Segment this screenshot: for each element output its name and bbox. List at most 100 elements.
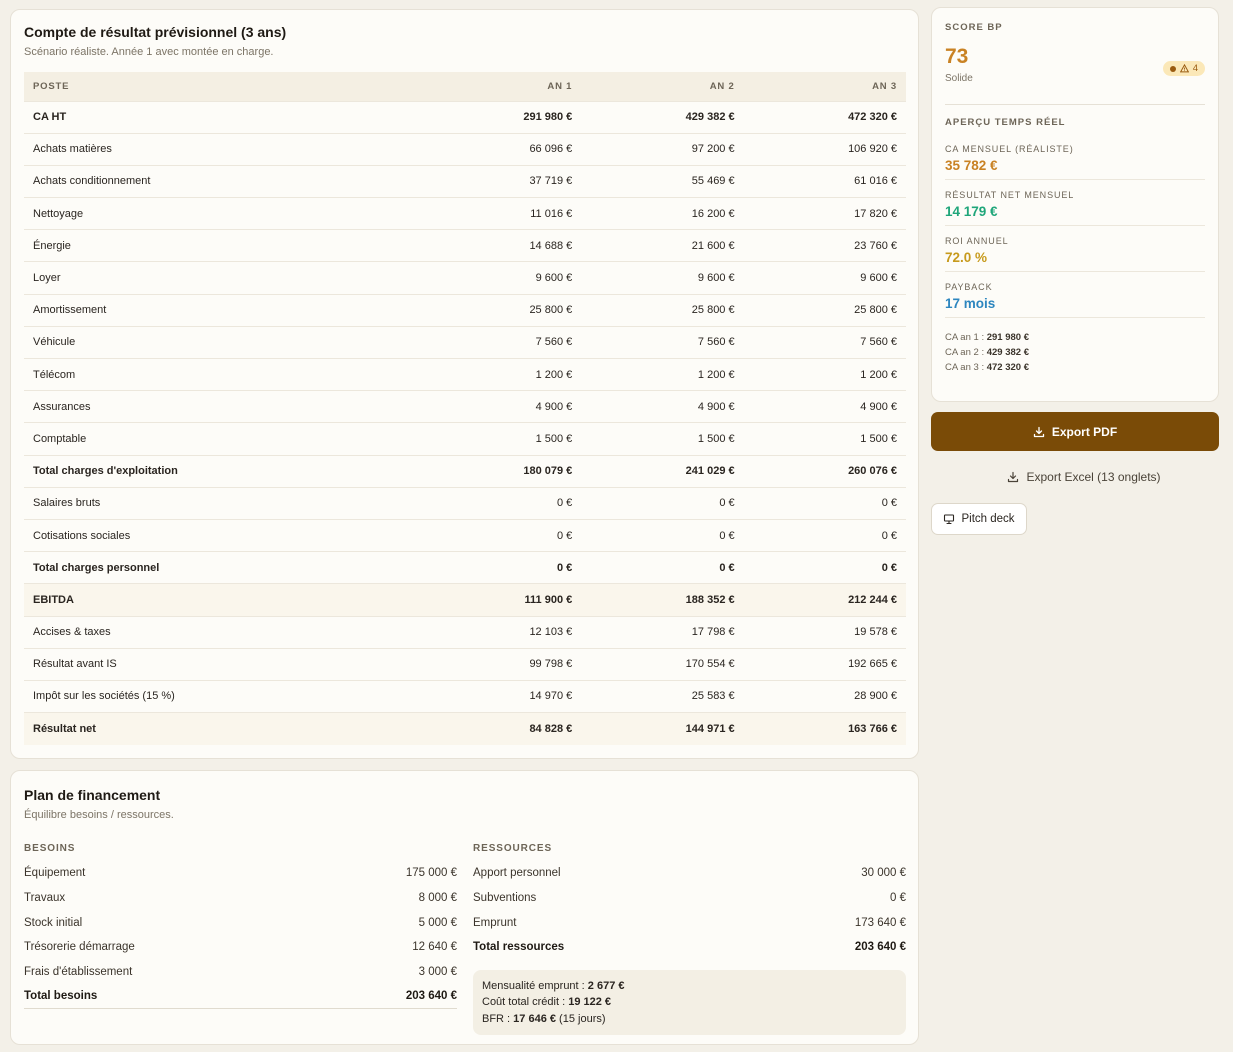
year-1-value: 11 016 € [418, 197, 582, 230]
year-2-value: 170 554 € [581, 647, 744, 681]
needs-total-label: Total besoins [24, 990, 98, 1003]
year-3-value: 192 665 € [743, 647, 906, 681]
pitch-deck-button[interactable]: Pitch deck [931, 503, 1027, 535]
year-3-value: 61 016 € [743, 164, 906, 198]
year-3-value: 1 200 € [743, 357, 906, 391]
needs-item-row: Équipement 175 000 € [24, 861, 457, 886]
resources-item-label: Apport personnel [473, 867, 561, 880]
resources-title: RESSOURCES [473, 843, 553, 854]
needs-item-row: Trésorerie démarrage 12 640 € [24, 935, 457, 960]
resources-item-row: Emprunt 173 640 € [473, 910, 906, 935]
year-3-value: 23 760 € [743, 229, 906, 262]
metric-value: 14 179 € [945, 204, 998, 219]
table-row: Résultat avant IS 99 798 €170 554 €192 66… [24, 647, 906, 681]
year-3-value: 25 800 € [743, 293, 906, 327]
year-1-value: 0 € [418, 486, 582, 520]
year-1-value: 66 096 € [418, 132, 582, 166]
metric-item: ROI ANNUEL 72.0 % [945, 226, 1205, 272]
export-pdf-label: Export PDF [1051, 424, 1118, 439]
table-row: Loyer 9 600 €9 600 €9 600 € [24, 261, 906, 295]
warning-badge[interactable]: 4 [1162, 61, 1205, 76]
financing-plan-title: Plan de financement [24, 787, 161, 803]
table-row: Accises & taxes 12 103 €17 798 €19 578 € [24, 615, 906, 649]
row-label: Total charges d'exploitation [24, 454, 419, 488]
year-1-value: 14 688 € [418, 229, 582, 262]
table-row: Salaires bruts 0 €0 €0 € [24, 486, 906, 520]
export-pdf-button[interactable]: Export PDF [931, 412, 1219, 451]
needs-item-label: Trésorerie démarrage [24, 941, 135, 954]
year-2-value: 21 600 € [581, 229, 744, 262]
year-1-value: 0 € [418, 518, 582, 552]
row-label: CA HT [24, 100, 419, 134]
income-statement-card: Compte de résultat prévisionnel (3 ans) … [10, 9, 919, 759]
row-label: Résultat avant IS [24, 647, 419, 681]
table-row: Total charges d'exploitation 180 079 €241… [24, 454, 906, 488]
year-3-value: 106 920 € [743, 132, 906, 166]
year-2-value: 55 469 € [581, 164, 744, 198]
column-header-year-3: AN 3 [743, 72, 906, 101]
table-row: Amortissement 25 800 €25 800 €25 800 € [24, 293, 906, 327]
ca-year-value: 429 382 € [986, 347, 1029, 358]
metric-item: RÉSULTAT NET MENSUEL 14 179 € [945, 180, 1205, 226]
score-label: SCORE BP [945, 22, 1003, 33]
metric-label: ROI ANNUEL [945, 236, 1009, 246]
table-row: Cotisations sociales 0 €0 €0 € [24, 518, 906, 552]
loan-cost-value: 19 122 € [568, 996, 612, 1009]
table-row: Achats matières 66 096 €97 200 €106 920 € [24, 132, 906, 166]
needs-column: BESOINS Équipement 175 000 € Travaux 8 000 … [24, 843, 457, 1010]
needs-total-value: 203 640 € [405, 990, 457, 1003]
year-3-value: 9 600 € [743, 261, 906, 295]
resources-item-row: Subventions 0 € [473, 886, 906, 911]
needs-item-label: Équipement [24, 867, 86, 880]
needs-item-value: 12 640 € [412, 941, 457, 954]
ca-year-value: 472 320 € [986, 362, 1029, 373]
financing-plan-subtitle: Équilibre besoins / ressources. [24, 809, 174, 821]
year-2-value: 9 600 € [581, 261, 744, 295]
row-label: Comptable [24, 422, 419, 456]
export-excel-button[interactable]: Export Excel (13 onglets) [931, 464, 1233, 490]
needs-item-label: Travaux [24, 892, 66, 905]
year-1-value: 1 500 € [418, 422, 582, 456]
bfr-label: BFR : [482, 1012, 514, 1025]
table-row: Résultat net 84 828 €144 971 €163 766 € [24, 712, 906, 745]
warning-count: 4 [1192, 63, 1198, 74]
metric-value: 35 782 € [945, 158, 998, 173]
ca-year-line: CA an 2 : 429 382 € [945, 345, 1205, 360]
table-row: Nettoyage 11 016 €16 200 €17 820 € [24, 197, 906, 230]
year-2-value: 188 352 € [581, 583, 744, 616]
resources-item-value: 0 € [890, 892, 906, 905]
year-1-value: 99 798 € [418, 647, 582, 681]
year-2-value: 241 029 € [581, 454, 744, 488]
income-statement-subtitle: Scénario réaliste. Année 1 avec montée e… [24, 46, 274, 58]
year-1-value: 4 900 € [418, 390, 582, 423]
ca-year-label: CA an 2 : [945, 347, 987, 358]
row-label: Amortissement [24, 293, 419, 327]
year-3-value: 1 500 € [743, 422, 906, 456]
resources-total-label: Total ressources [473, 941, 565, 954]
table-row: Impôt sur les sociétés (15 %) 14 970 €25 … [24, 679, 906, 713]
year-3-value: 0 € [743, 486, 906, 520]
metric-label: RÉSULTAT NET MENSUEL [945, 190, 1075, 200]
year-3-value: 212 244 € [743, 583, 906, 616]
row-label: Énergie [24, 229, 419, 262]
export-excel-label: Export Excel (13 onglets) [1026, 470, 1161, 484]
year-3-value: 17 820 € [743, 197, 906, 230]
needs-item-row: Stock initial 5 000 € [24, 910, 457, 935]
needs-item-value: 175 000 € [405, 867, 457, 880]
download-icon [1008, 471, 1019, 483]
year-3-value: 4 900 € [743, 390, 906, 423]
year-2-value: 25 800 € [581, 293, 744, 327]
metric-item: CA MENSUEL (RÉALISTE) 35 782 € [945, 134, 1205, 180]
row-label: Véhicule [24, 325, 419, 359]
row-label: Télécom [24, 357, 419, 391]
year-1-value: 12 103 € [418, 615, 582, 649]
year-3-value: 28 900 € [743, 679, 906, 713]
year-2-value: 16 200 € [581, 197, 744, 230]
metric-label: CA MENSUEL (RÉALISTE) [945, 144, 1074, 154]
row-label: Accises & taxes [24, 615, 419, 649]
table-row: EBITDA 111 900 €188 352 €212 244 € [24, 583, 906, 616]
score-sidebar-card: SCORE BP 73 Solide 4 APERÇU TEMPS RÉEL C… [931, 7, 1219, 402]
bfr-value: 17 646 € [513, 1012, 556, 1025]
ca-year-value: 291 980 € [986, 332, 1029, 343]
resources-item-value: 30 000 € [861, 867, 906, 880]
